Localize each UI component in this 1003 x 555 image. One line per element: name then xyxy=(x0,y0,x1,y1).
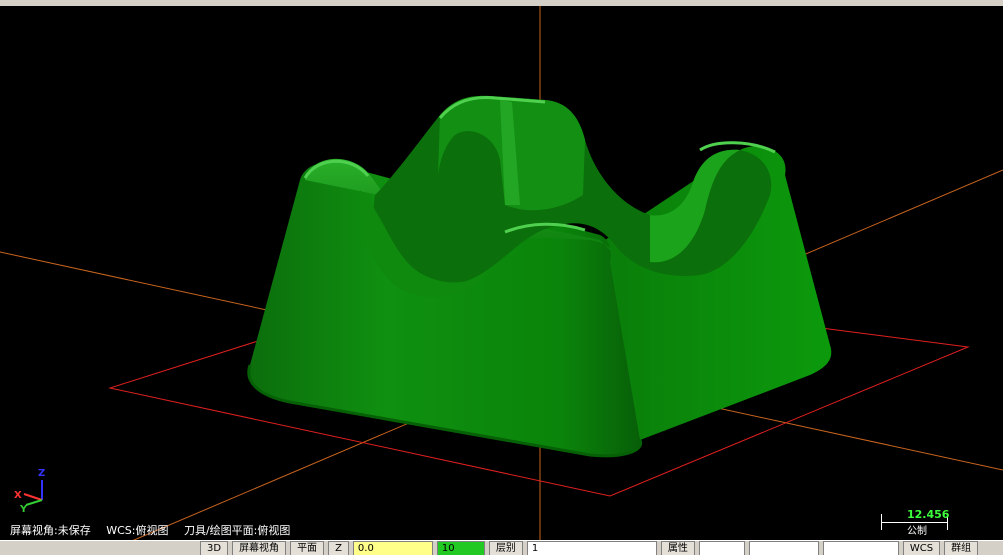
group-button[interactable]: 群组 xyxy=(944,541,979,555)
green-solid-model[interactable] xyxy=(247,95,832,458)
triad-y-label: Y xyxy=(20,504,28,515)
view-status-text: 屏幕视角:未保存 WCS:俯视图 刀具/绘图平面:俯视图 xyxy=(10,522,302,538)
graphics-viewport[interactable]: Z X Y 屏幕视角:未保存 WCS:俯视图 刀具/绘图平面:俯视图 12.45… xyxy=(0,0,1003,540)
attribute-field-1[interactable] xyxy=(698,541,745,555)
level-button[interactable]: 层别 xyxy=(488,541,523,555)
tool-plane-status: 刀具/绘图平面:俯视图 xyxy=(183,524,291,537)
triad-z-label: Z xyxy=(38,468,46,479)
scale-value: 12.456 xyxy=(907,508,950,521)
triad-x-label: X xyxy=(14,490,22,501)
color-field[interactable]: 10 xyxy=(436,541,485,555)
model-scene[interactable] xyxy=(0,0,1003,540)
attributes-button[interactable]: 属性 xyxy=(660,541,695,555)
attribute-field-3[interactable] xyxy=(822,541,899,555)
screen-view-status: 屏幕视角:未保存 xyxy=(10,524,91,537)
attribute-field-2[interactable] xyxy=(748,541,819,555)
wcs-status: WCS:俯视图 xyxy=(106,524,169,537)
axis-triad xyxy=(23,480,43,506)
screen-view-button[interactable]: 屏幕视角 xyxy=(232,541,287,555)
z-label: Z xyxy=(328,541,349,555)
plane-button[interactable]: 平面 xyxy=(290,541,325,555)
scale-unit: 公制 xyxy=(907,526,927,537)
view-mode-button[interactable]: 3D xyxy=(200,541,229,555)
scale-indicator: 12.456 公制 xyxy=(881,508,951,537)
wcs-button[interactable]: WCS xyxy=(902,541,941,555)
z-depth-field[interactable]: 0.0 xyxy=(352,541,433,555)
bottom-status-bar: 3D 屏幕视角 平面 Z 0.0 10 层别 1 属性 WCS 群组 xyxy=(0,540,1003,555)
level-field[interactable]: 1 xyxy=(526,541,657,555)
